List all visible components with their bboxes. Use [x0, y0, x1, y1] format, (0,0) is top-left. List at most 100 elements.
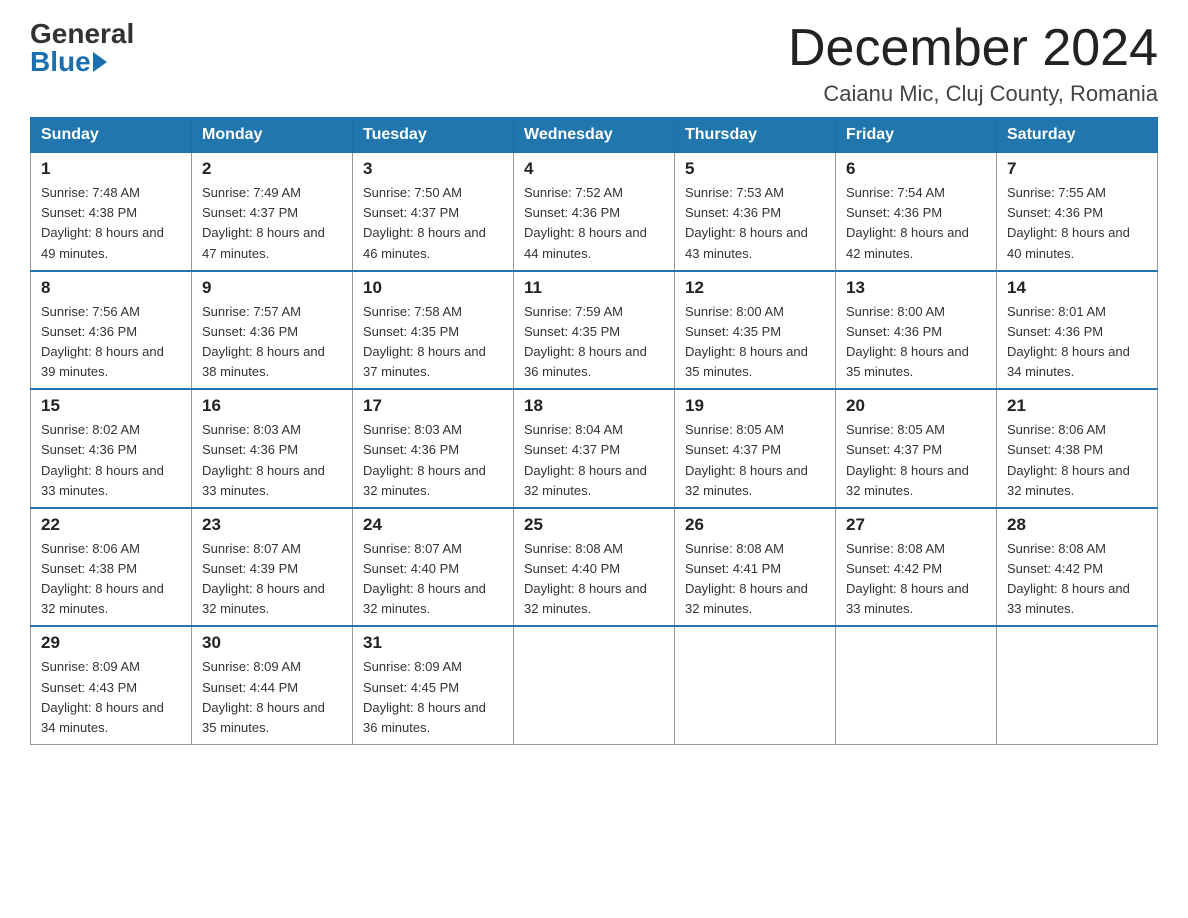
day-info: Sunrise: 8:05 AMSunset: 4:37 PMDaylight:… [846, 420, 986, 501]
day-info: Sunrise: 8:04 AMSunset: 4:37 PMDaylight:… [524, 420, 664, 501]
day-info: Sunrise: 8:00 AMSunset: 4:35 PMDaylight:… [685, 302, 825, 383]
calendar-week-row: 22 Sunrise: 8:06 AMSunset: 4:38 PMDayligh… [31, 508, 1158, 627]
weekday-header-saturday: Saturday [997, 118, 1158, 153]
day-info: Sunrise: 8:07 AMSunset: 4:40 PMDaylight:… [363, 539, 503, 620]
calendar-table: SundayMondayTuesdayWednesdayThursdayFrid… [30, 117, 1158, 745]
day-number: 26 [685, 515, 825, 535]
day-number: 3 [363, 159, 503, 179]
day-number: 10 [363, 278, 503, 298]
calendar-cell: 23 Sunrise: 8:07 AMSunset: 4:39 PMDayligh… [192, 508, 353, 627]
day-info: Sunrise: 8:03 AMSunset: 4:36 PMDaylight:… [202, 420, 342, 501]
day-info: Sunrise: 8:05 AMSunset: 4:37 PMDaylight:… [685, 420, 825, 501]
day-number: 27 [846, 515, 986, 535]
day-info: Sunrise: 7:55 AMSunset: 4:36 PMDaylight:… [1007, 183, 1147, 264]
calendar-cell: 24 Sunrise: 8:07 AMSunset: 4:40 PMDayligh… [353, 508, 514, 627]
day-number: 19 [685, 396, 825, 416]
day-number: 23 [202, 515, 342, 535]
day-info: Sunrise: 7:50 AMSunset: 4:37 PMDaylight:… [363, 183, 503, 264]
day-info: Sunrise: 7:58 AMSunset: 4:35 PMDaylight:… [363, 302, 503, 383]
calendar-cell: 15 Sunrise: 8:02 AMSunset: 4:36 PMDayligh… [31, 389, 192, 508]
calendar-cell: 29Sunrise: 8:09 AMSunset: 4:43 PMDayligh… [31, 626, 192, 744]
day-info: Sunrise: 8:09 AMSunset: 4:44 PMDaylight:… [202, 657, 342, 738]
calendar-cell [675, 626, 836, 744]
calendar-cell: 9 Sunrise: 7:57 AMSunset: 4:36 PMDaylight… [192, 271, 353, 390]
day-number: 13 [846, 278, 986, 298]
calendar-cell [997, 626, 1158, 744]
day-number: 9 [202, 278, 342, 298]
day-info: Sunrise: 8:07 AMSunset: 4:39 PMDaylight:… [202, 539, 342, 620]
day-info: Sunrise: 8:08 AMSunset: 4:40 PMDaylight:… [524, 539, 664, 620]
title-area: December 2024 Caianu Mic, Cluj County, R… [788, 20, 1158, 107]
weekday-header-row: SundayMondayTuesdayWednesdayThursdayFrid… [31, 118, 1158, 153]
calendar-week-row: 8 Sunrise: 7:56 AMSunset: 4:36 PMDaylight… [31, 271, 1158, 390]
calendar-cell [514, 626, 675, 744]
calendar-cell: 13 Sunrise: 8:00 AMSunset: 4:36 PMDayligh… [836, 271, 997, 390]
day-number: 28 [1007, 515, 1147, 535]
weekday-header-thursday: Thursday [675, 118, 836, 153]
day-info: Sunrise: 8:01 AMSunset: 4:36 PMDaylight:… [1007, 302, 1147, 383]
calendar-cell: 4Sunrise: 7:52 AMSunset: 4:36 PMDaylight… [514, 153, 675, 271]
calendar-cell: 17 Sunrise: 8:03 AMSunset: 4:36 PMDayligh… [353, 389, 514, 508]
calendar-cell: 20 Sunrise: 8:05 AMSunset: 4:37 PMDayligh… [836, 389, 997, 508]
day-number: 17 [363, 396, 503, 416]
day-number: 8 [41, 278, 181, 298]
day-info: Sunrise: 8:09 AMSunset: 4:43 PMDaylight:… [41, 657, 181, 738]
calendar-cell: 11 Sunrise: 7:59 AMSunset: 4:35 PMDayligh… [514, 271, 675, 390]
day-number: 20 [846, 396, 986, 416]
day-info: Sunrise: 8:06 AMSunset: 4:38 PMDaylight:… [41, 539, 181, 620]
calendar-cell: 19 Sunrise: 8:05 AMSunset: 4:37 PMDayligh… [675, 389, 836, 508]
logo-arrow-icon [93, 52, 107, 72]
day-number: 2 [202, 159, 342, 179]
day-info: Sunrise: 8:03 AMSunset: 4:36 PMDaylight:… [363, 420, 503, 501]
day-number: 22 [41, 515, 181, 535]
day-info: Sunrise: 7:52 AMSunset: 4:36 PMDaylight:… [524, 183, 664, 264]
weekday-header-friday: Friday [836, 118, 997, 153]
calendar-cell: 10 Sunrise: 7:58 AMSunset: 4:35 PMDayligh… [353, 271, 514, 390]
day-info: Sunrise: 7:53 AMSunset: 4:36 PMDaylight:… [685, 183, 825, 264]
day-number: 7 [1007, 159, 1147, 179]
month-title: December 2024 [788, 20, 1158, 77]
calendar-week-row: 1Sunrise: 7:48 AMSunset: 4:38 PMDaylight… [31, 153, 1158, 271]
day-number: 30 [202, 633, 342, 653]
calendar-cell: 31Sunrise: 8:09 AMSunset: 4:45 PMDayligh… [353, 626, 514, 744]
day-info: Sunrise: 7:49 AMSunset: 4:37 PMDaylight:… [202, 183, 342, 264]
calendar-cell: 30 Sunrise: 8:09 AMSunset: 4:44 PMDayligh… [192, 626, 353, 744]
calendar-cell: 8 Sunrise: 7:56 AMSunset: 4:36 PMDaylight… [31, 271, 192, 390]
day-number: 16 [202, 396, 342, 416]
day-number: 15 [41, 396, 181, 416]
day-info: Sunrise: 8:08 AMSunset: 4:42 PMDaylight:… [1007, 539, 1147, 620]
calendar-cell: 6 Sunrise: 7:54 AMSunset: 4:36 PMDaylight… [836, 153, 997, 271]
day-number: 24 [363, 515, 503, 535]
calendar-cell: 21 Sunrise: 8:06 AMSunset: 4:38 PMDayligh… [997, 389, 1158, 508]
day-info: Sunrise: 7:57 AMSunset: 4:36 PMDaylight:… [202, 302, 342, 383]
calendar-cell: 16 Sunrise: 8:03 AMSunset: 4:36 PMDayligh… [192, 389, 353, 508]
calendar-cell: 18 Sunrise: 8:04 AMSunset: 4:37 PMDayligh… [514, 389, 675, 508]
logo-general-text: General [30, 20, 134, 48]
day-number: 1 [41, 159, 181, 179]
weekday-header-tuesday: Tuesday [353, 118, 514, 153]
calendar-cell: 22 Sunrise: 8:06 AMSunset: 4:38 PMDayligh… [31, 508, 192, 627]
day-info: Sunrise: 8:00 AMSunset: 4:36 PMDaylight:… [846, 302, 986, 383]
day-info: Sunrise: 7:59 AMSunset: 4:35 PMDaylight:… [524, 302, 664, 383]
weekday-header-wednesday: Wednesday [514, 118, 675, 153]
weekday-header-sunday: Sunday [31, 118, 192, 153]
day-info: Sunrise: 7:54 AMSunset: 4:36 PMDaylight:… [846, 183, 986, 264]
day-info: Sunrise: 7:56 AMSunset: 4:36 PMDaylight:… [41, 302, 181, 383]
day-number: 6 [846, 159, 986, 179]
day-number: 11 [524, 278, 664, 298]
day-number: 14 [1007, 278, 1147, 298]
day-info: Sunrise: 8:02 AMSunset: 4:36 PMDaylight:… [41, 420, 181, 501]
day-number: 12 [685, 278, 825, 298]
day-number: 21 [1007, 396, 1147, 416]
day-number: 5 [685, 159, 825, 179]
calendar-cell: 27 Sunrise: 8:08 AMSunset: 4:42 PMDayligh… [836, 508, 997, 627]
calendar-cell: 5 Sunrise: 7:53 AMSunset: 4:36 PMDaylight… [675, 153, 836, 271]
calendar-cell: 1Sunrise: 7:48 AMSunset: 4:38 PMDaylight… [31, 153, 192, 271]
calendar-cell: 25Sunrise: 8:08 AMSunset: 4:40 PMDayligh… [514, 508, 675, 627]
day-info: Sunrise: 8:08 AMSunset: 4:41 PMDaylight:… [685, 539, 825, 620]
page-header: General Blue December 2024 Caianu Mic, C… [30, 20, 1158, 107]
day-info: Sunrise: 8:08 AMSunset: 4:42 PMDaylight:… [846, 539, 986, 620]
day-info: Sunrise: 8:06 AMSunset: 4:38 PMDaylight:… [1007, 420, 1147, 501]
day-number: 18 [524, 396, 664, 416]
calendar-cell: 3 Sunrise: 7:50 AMSunset: 4:37 PMDaylight… [353, 153, 514, 271]
